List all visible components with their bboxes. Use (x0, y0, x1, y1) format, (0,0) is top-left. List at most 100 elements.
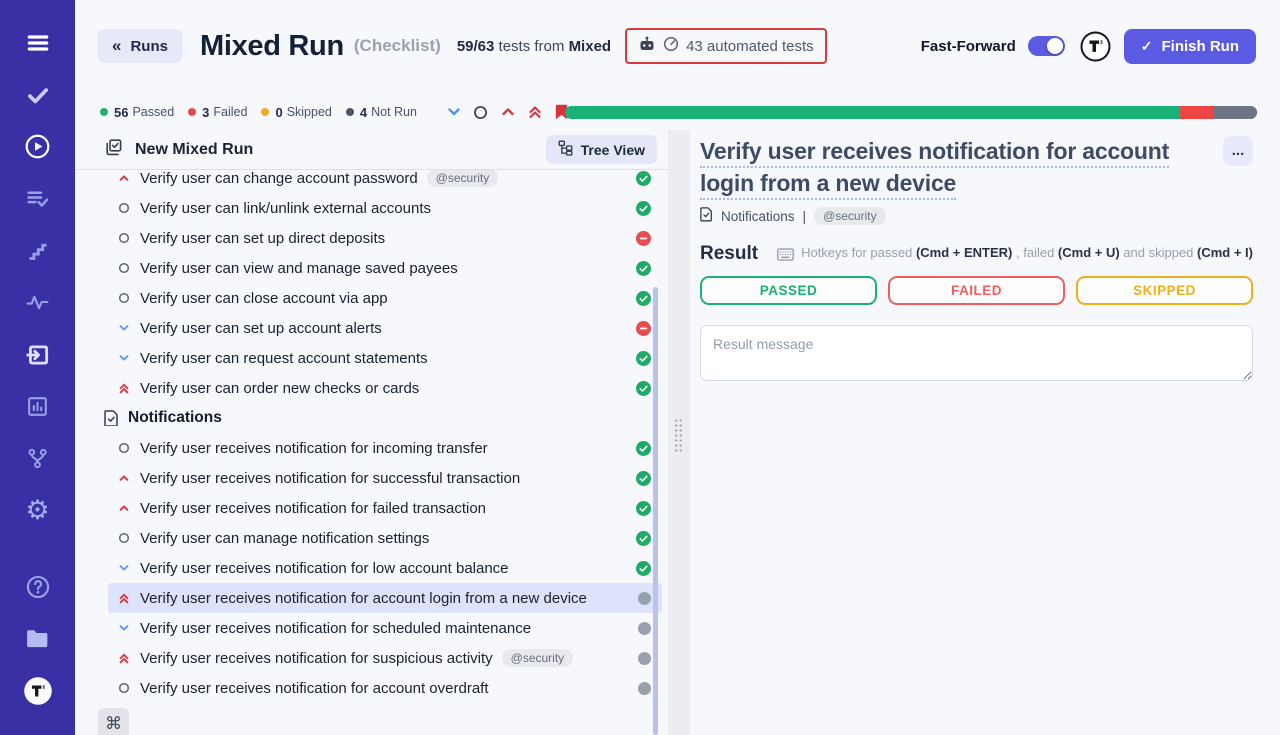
result-heading: Result (700, 243, 758, 265)
test-row[interactable]: Verify user receives notification for lo… (108, 553, 662, 583)
list-scrollbar[interactable] (653, 287, 658, 735)
test-row[interactable]: Verify user can view and manage saved pa… (108, 253, 662, 283)
gear-icon[interactable]: ⚙ (21, 497, 55, 524)
circle-icon (118, 292, 130, 304)
back-to-runs-button[interactable]: « Runs (97, 29, 183, 63)
double-chevron-up-icon (118, 592, 130, 605)
skipped-button[interactable]: SKIPPED (1076, 276, 1253, 305)
check-icon[interactable] (21, 81, 55, 108)
test-row[interactable]: Verify user receives notification for su… (108, 463, 662, 493)
circle-icon (118, 262, 130, 274)
test-row[interactable]: Verify user receives notification for sc… (108, 613, 662, 643)
chevron-up-icon (118, 172, 130, 184)
chevron-down-icon (118, 322, 130, 334)
test-row[interactable]: Verify user receives notification for ac… (108, 583, 662, 613)
test-row-title: Verify user receives notification for sc… (140, 620, 531, 637)
test-row[interactable]: Verify user can manage notification sett… (108, 523, 662, 553)
test-row-title: Verify user receives notification for su… (140, 470, 520, 487)
menu-icon[interactable] (21, 29, 55, 56)
double-chevron-up-icon[interactable] (526, 103, 544, 121)
more-actions-button[interactable]: ... (1223, 136, 1253, 166)
test-row[interactable]: Verify user can set up account alerts (108, 313, 662, 343)
status-not-run-icon (630, 622, 651, 635)
command-shortcuts-button[interactable]: ⌘ (98, 708, 129, 735)
tree-view-button[interactable]: Tree View (546, 135, 657, 164)
resizer-grip-icon (674, 418, 683, 452)
test-detail-panel: Verify user receives notification for ac… (690, 130, 1280, 735)
test-row[interactable]: Verify user can close account via app (108, 283, 662, 313)
status-passed-icon (628, 471, 651, 486)
status-passed-icon (628, 201, 651, 216)
status-passed-icon (628, 381, 651, 396)
status-failed-icon (628, 321, 651, 336)
toggle-knob (1047, 38, 1063, 54)
security-tag[interactable]: @security (814, 207, 886, 225)
passed-button[interactable]: PASSED (700, 276, 877, 305)
panel-resizer[interactable] (668, 130, 690, 735)
finish-run-button[interactable]: ✓ Finish Run (1124, 29, 1256, 64)
test-title[interactable]: Verify user receives notification for ac… (700, 136, 1209, 199)
breadcrumb-separator: | (803, 209, 807, 224)
security-tag: @security (427, 170, 499, 187)
tests-summary: 59/63 tests from Mixed (457, 38, 611, 55)
list-check-icon[interactable] (21, 185, 55, 212)
test-row-title: Verify user can request account statemen… (140, 350, 428, 367)
test-row[interactable]: Verify user can request account statemen… (108, 343, 662, 373)
logo-icon[interactable] (21, 677, 55, 704)
top-right-controls: Fast-Forward ✓ Finish Run (921, 29, 1256, 64)
folder-icon[interactable] (21, 625, 55, 652)
test-row[interactable]: Verify user can change account password @… (108, 170, 662, 193)
test-row[interactable]: Verify user can link/unlink external acc… (108, 193, 662, 223)
test-row[interactable]: Verify user can set up direct deposits (108, 223, 662, 253)
status-passed-icon (628, 261, 651, 276)
hotkeys-hint: Hotkeys for passed (Cmd + ENTER) , faile… (777, 245, 1253, 260)
status-passed-icon (628, 501, 651, 516)
tests-from-label: tests from (499, 38, 565, 55)
help-icon[interactable] (21, 573, 55, 600)
chevron-up-icon (118, 472, 130, 484)
chevron-down-icon[interactable] (445, 103, 463, 121)
chevron-down-icon (118, 622, 130, 634)
test-row-title: Verify user receives notification for in… (140, 440, 488, 457)
failed-button[interactable]: FAILED (888, 276, 1065, 305)
not-run-circle-icon[interactable] (472, 103, 490, 121)
tree-view-label: Tree View (581, 142, 645, 158)
chevron-up-icon[interactable] (499, 103, 517, 121)
play-circle-icon[interactable] (21, 133, 55, 160)
git-branch-icon[interactable] (21, 445, 55, 472)
stat-not-run[interactable]: 4Not Run (346, 105, 417, 120)
sign-in-icon[interactable] (21, 341, 55, 368)
automated-tests-badge[interactable]: 43 automated tests (625, 28, 827, 64)
list-header: New Mixed Run Tree View (75, 130, 668, 170)
section-row[interactable]: Notifications (75, 403, 668, 433)
top-bar: « Runs Mixed Run (Checklist) 59/63 tests… (75, 0, 1280, 92)
list-title: New Mixed Run (135, 141, 253, 159)
stat-skipped[interactable]: 0Skipped (261, 105, 331, 120)
app-logo-icon[interactable] (1080, 31, 1111, 62)
fast-forward-toggle[interactable] (1028, 36, 1065, 56)
test-row-title: Verify user can change account password (140, 170, 418, 187)
test-row-title: Verify user can view and manage saved pa… (140, 260, 458, 277)
robot-icon (638, 36, 656, 57)
steps-icon[interactable] (21, 237, 55, 264)
stat-failed[interactable]: 3Failed (188, 105, 247, 120)
test-row[interactable]: Verify user receives notification for su… (108, 643, 662, 673)
test-row-title: Verify user can set up account alerts (140, 320, 382, 337)
test-row[interactable]: Verify user receives notification for fa… (108, 493, 662, 523)
pulse-icon[interactable] (21, 289, 55, 316)
progress-segment-failed (1180, 106, 1213, 119)
result-message-input[interactable] (700, 325, 1253, 381)
bar-chart-icon[interactable] (21, 393, 55, 420)
test-row[interactable]: Verify user receives notification for ac… (108, 673, 662, 703)
test-row[interactable]: Verify user receives notification for in… (108, 433, 662, 463)
test-row[interactable]: Verify user can order new checks or card… (108, 373, 662, 403)
status-counters: 56Passed 3Failed 0Skipped 4Not Run (100, 105, 431, 120)
stat-passed[interactable]: 56Passed (100, 105, 174, 120)
circle-icon (118, 532, 130, 544)
breadcrumb-section[interactable]: Notifications (721, 209, 795, 224)
test-row-title: Verify user receives notification for lo… (140, 560, 509, 577)
checklist-icon (104, 138, 123, 162)
chevrons-left-icon: « (112, 36, 121, 56)
keyboard-icon (777, 248, 794, 261)
status-passed-icon (628, 351, 651, 366)
